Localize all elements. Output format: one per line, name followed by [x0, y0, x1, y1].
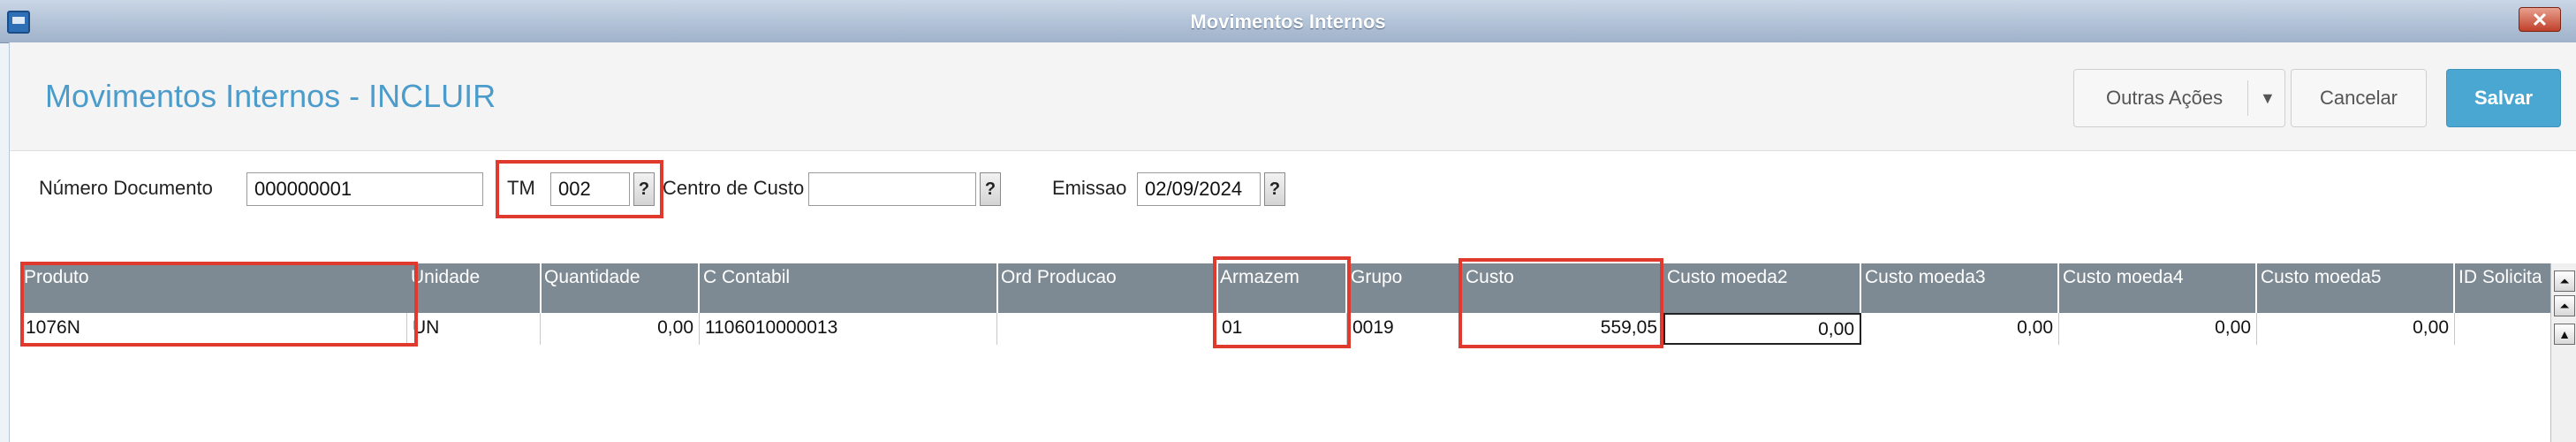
armazem-highlight-box — [1213, 256, 1351, 348]
emissao-field[interactable]: 02/09/2024 — [1137, 172, 1261, 206]
centro-custo-lookup-button[interactable]: ? — [980, 172, 1001, 206]
numero-documento-field[interactable]: 000000001 — [246, 172, 483, 206]
button-divider — [2247, 80, 2248, 116]
cell-custo-moeda5[interactable]: 0,00 — [2257, 313, 2455, 345]
content-area: Movimentos Internos - INCLUIR Outras Açõ… — [9, 42, 2576, 442]
centro-custo-label: Centro de Custo — [663, 177, 805, 199]
column-header-custo-moeda4[interactable]: Custo moeda4 — [2059, 263, 2257, 313]
numero-documento-label: Número Documento — [39, 177, 213, 199]
column-header-custo-moeda5[interactable]: Custo moeda5 — [2257, 263, 2455, 313]
cell-custo-moeda3[interactable]: 0,00 — [1861, 313, 2059, 345]
window-title: Movimentos Internos — [1190, 11, 1386, 33]
cell-unidade[interactable]: UN — [407, 313, 541, 345]
cancel-button[interactable]: Cancelar — [2291, 69, 2427, 127]
scroll-top-button[interactable]: ⏶ — [2554, 271, 2575, 292]
column-header-c-contabil[interactable]: C Contabil — [700, 263, 998, 313]
emissao-lookup-button[interactable]: ? — [1264, 172, 1285, 206]
cell-custo-moeda4[interactable]: 0,00 — [2059, 313, 2257, 345]
column-header-id-solicita[interactable]: ID Solicita — [2455, 263, 2550, 313]
column-header-grupo[interactable]: Grupo — [1347, 263, 1462, 313]
cell-quantidade[interactable]: 0,00 — [541, 313, 700, 345]
close-button[interactable]: ✕ — [2519, 7, 2561, 32]
save-button[interactable]: Salvar — [2446, 69, 2561, 127]
grid-empty-area — [20, 345, 2550, 442]
tm-highlight-box — [496, 160, 663, 218]
column-header-custo-moeda2[interactable]: Custo moeda2 — [1663, 263, 1861, 313]
chevron-down-icon[interactable]: ▼ — [2260, 70, 2276, 126]
cell-custo-moeda2[interactable]: 0,00 — [1663, 313, 1861, 345]
custo-highlight-box — [1458, 258, 1663, 348]
column-header-ord-producao[interactable]: Ord Producao — [997, 263, 1218, 313]
centro-custo-field[interactable] — [808, 172, 976, 206]
scroll-up-button[interactable]: ▲ — [2554, 324, 2575, 345]
title-bar: Movimentos Internos ✕ — [0, 0, 2576, 43]
app-window: Movimentos Internos ✕ Movimentos Interno… — [0, 0, 2576, 442]
cell-grupo[interactable]: 0019 — [1347, 313, 1462, 345]
column-header-unidade[interactable]: Unidade — [407, 263, 542, 313]
other-actions-button[interactable]: Outras Ações ▼ — [2073, 69, 2285, 127]
column-header-quantidade[interactable]: Quantidade — [541, 263, 700, 313]
cell-ord-producao[interactable] — [997, 313, 1216, 345]
page-title: Movimentos Internos - INCLUIR — [45, 78, 496, 114]
page-header: Movimentos Internos - INCLUIR Outras Açõ… — [10, 42, 2576, 151]
cell-id-solicita[interactable] — [2455, 313, 2550, 345]
column-header-custo-moeda3[interactable]: Custo moeda3 — [1861, 263, 2059, 313]
emissao-label: Emissao — [1052, 177, 1127, 199]
scroll-page-up-button[interactable]: ⏶ — [2554, 295, 2575, 316]
other-actions-label: Outras Ações — [2106, 87, 2224, 109]
cell-c-contabil[interactable]: 1106010000013 — [700, 313, 997, 345]
produto-highlight-box — [20, 262, 418, 347]
